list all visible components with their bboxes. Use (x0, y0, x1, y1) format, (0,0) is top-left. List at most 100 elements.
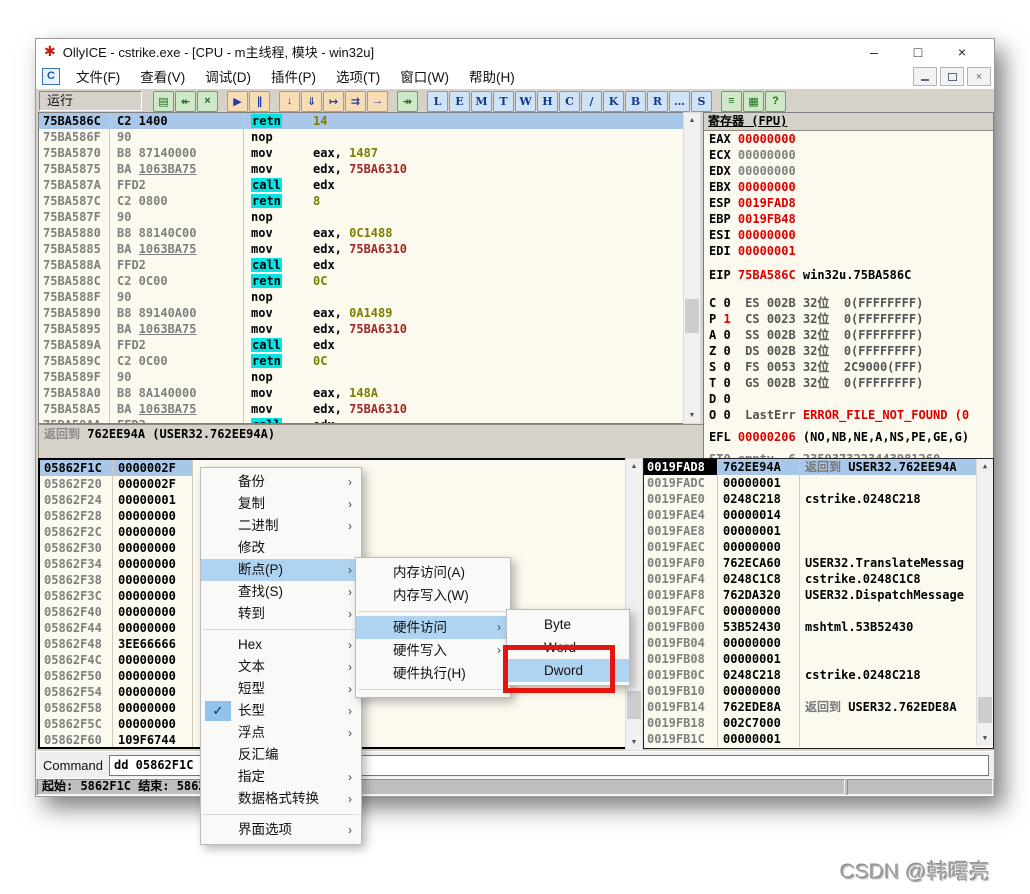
stack-row[interactable]: 0019FADC00000001 (644, 475, 993, 491)
menu-help[interactable]: 帮助(H) (459, 64, 525, 88)
register-row[interactable]: EIP 75BA586C win32u.75BA586C (704, 267, 993, 283)
stack-row[interactable]: 0019FB1C00000001 (644, 731, 993, 747)
view-call-stack-button[interactable]: K (603, 91, 624, 112)
view-patches-button[interactable]: / (581, 91, 602, 112)
register-row[interactable]: ESI 00000000 (704, 227, 993, 243)
disasm-row[interactable]: 75BA58AAFFD2calledx (39, 417, 684, 424)
scroll-up-icon[interactable]: ▲ (977, 459, 993, 474)
ctx-item-backup[interactable]: 备份› (201, 471, 361, 493)
disasm-row[interactable]: 75BA588AFFD2calledx (39, 257, 684, 273)
disasm-row[interactable]: 75BA587F90nop (39, 209, 684, 225)
stack-row[interactable]: 0019FB0053B52430mshtml.53B52430 (644, 619, 993, 635)
register-row[interactable]: EBX 00000000 (704, 179, 993, 195)
disasm-row[interactable]: 75BA5885BA 1063BA75movedx, 75BA6310 (39, 241, 684, 257)
view-windows-button[interactable]: W (515, 91, 536, 112)
disasm-row[interactable]: 75BA589F90nop (39, 369, 684, 385)
view-run-trace-button[interactable]: … (669, 91, 690, 112)
ctx-item-short[interactable]: 短型› (201, 678, 361, 700)
bp-item-hardware-access[interactable]: 硬件访问› (356, 616, 510, 639)
animate-into-button[interactable]: ↦ (323, 91, 344, 112)
animate-over-button[interactable]: ⇉ (345, 91, 366, 112)
scroll-up-icon[interactable]: ▲ (626, 459, 642, 474)
goto-address-button[interactable]: ↠ (397, 91, 418, 112)
mdi-minimize-button[interactable] (913, 67, 937, 86)
disasm-row[interactable]: 75BA588CC2 0C00retn0C (39, 273, 684, 289)
ctx-item-data-format-convert[interactable]: 数据格式转换› (201, 788, 361, 810)
flag-row[interactable]: P 1 CS 0023 32位 0(FFFFFFFF) (704, 311, 993, 327)
stack-row[interactable]: 0019FAE00248C218cstrike.0248C218 (644, 491, 993, 507)
register-row[interactable]: EDX 00000000 (704, 163, 993, 179)
stack-row[interactable]: 0019FAF40248C1C8cstrike.0248C1C8 (644, 571, 993, 587)
register-row[interactable]: EDI 00000001 (704, 243, 993, 259)
menu-options[interactable]: 选项(T) (326, 64, 390, 88)
stack-row[interactable]: 0019FB0400000000 (644, 635, 993, 651)
disasm-row[interactable]: 75BA58A5BA 1063BA75movedx, 75BA6310 (39, 401, 684, 417)
mdi-close-button[interactable]: × (967, 67, 991, 86)
bp-item-memory-access[interactable]: 内存访问(A) (356, 561, 510, 584)
disasm-row[interactable]: 75BA5880B8 88140C00moveax, 0C1488 (39, 225, 684, 241)
step-over-button[interactable]: ⇓ (301, 91, 322, 112)
ctx-item-special[interactable]: 指定› (201, 766, 361, 788)
scroll-up-icon[interactable]: ▲ (684, 113, 700, 128)
menu-debug[interactable]: 调试(D) (195, 64, 261, 88)
stack-row[interactable]: 0019FB18002C7000 (644, 715, 993, 731)
open-file-button[interactable]: ▤ (153, 91, 174, 112)
stack-row[interactable]: 0019FAF0762ECA60USER32.TranslateMessag (644, 555, 993, 571)
disasm-row[interactable]: 75BA5875BA 1063BA75movedx, 75BA6310 (39, 161, 684, 177)
ctx-item-copy[interactable]: 复制› (201, 493, 361, 515)
flag-row[interactable]: O 0 LastErr ERROR_FILE_NOT_FOUND (0 (704, 407, 993, 423)
bp-item-memory-write[interactable]: 内存写入(W) (356, 584, 510, 607)
scrollbar-thumb[interactable] (685, 299, 699, 333)
disasm-row[interactable]: 75BA5870B8 87140000moveax, 1487 (39, 145, 684, 161)
pause-button[interactable]: ∥ (249, 91, 270, 112)
view-source-button[interactable]: S (691, 91, 712, 112)
stack-row[interactable]: 0019FB0800000001 (644, 651, 993, 667)
disasm-row[interactable]: 75BA58A0B8 8A140000moveax, 148A (39, 385, 684, 401)
disasm-row[interactable]: 75BA589AFFD2calledx (39, 337, 684, 353)
menu-view[interactable]: 查看(V) (130, 64, 195, 88)
stack-row[interactable]: 0019FAE800000001 (644, 523, 993, 539)
register-row[interactable]: EBP 0019FB48 (704, 211, 993, 227)
minimize-button[interactable]: – (852, 44, 896, 60)
registers-pane[interactable]: 寄存器 (FPU) EAX 00000000ECX 00000000EDX 00… (703, 112, 994, 460)
disasm-row[interactable]: 75BA5895BA 1063BA75movedx, 75BA6310 (39, 321, 684, 337)
disassembly-pane[interactable]: 75BA586CC2 1400retn1475BA586F90nop75BA58… (38, 112, 685, 424)
close-button[interactable]: × (940, 44, 984, 60)
stack-row[interactable]: 0019FAD8762EE94A返回到 USER32.762EE94A (644, 459, 993, 475)
stack-row[interactable]: 0019FAE400000014 (644, 507, 993, 523)
disasm-row[interactable]: 75BA588F90nop (39, 289, 684, 305)
flag-row[interactable]: A 0 SS 002B 32位 0(FFFFFFFF) (704, 327, 993, 343)
close-program-button[interactable]: × (197, 91, 218, 112)
flag-row[interactable]: T 0 GS 002B 32位 0(FFFFFFFF) (704, 375, 993, 391)
disassembly-scrollbar[interactable]: ▲ ▼ (683, 112, 701, 424)
disasm-row[interactable]: 75BA589CC2 0C00retn0C (39, 353, 684, 369)
dump-scrollbar[interactable]: ▲ ▼ (625, 458, 643, 751)
bp-item-hardware-execute[interactable]: 硬件执行(H) (356, 662, 510, 685)
step-into-button[interactable]: ↓ (279, 91, 300, 112)
scrollbar-thumb[interactable] (978, 697, 992, 723)
ctx-item-hex[interactable]: Hex› (201, 634, 361, 656)
disasm-row[interactable]: 75BA586F90nop (39, 129, 684, 145)
ctx-item-appearance[interactable]: 界面选项› (201, 819, 361, 841)
view-cpu-button[interactable]: C (559, 91, 580, 112)
view-executables-button[interactable]: E (449, 91, 470, 112)
bp-item-hardware-write[interactable]: 硬件写入› (356, 639, 510, 662)
view-handles-button[interactable]: H (537, 91, 558, 112)
scroll-down-icon[interactable]: ▼ (977, 731, 993, 746)
disasm-row[interactable]: 75BA5890B8 89140A00moveax, 0A1489 (39, 305, 684, 321)
stack-row[interactable]: 0019FAEC00000000 (644, 539, 993, 555)
hw-item-byte[interactable]: Byte (507, 613, 629, 636)
ctx-item-long[interactable]: ✓长型› (201, 700, 361, 722)
stack-row[interactable]: 0019FB1000000000 (644, 683, 993, 699)
view-threads-button[interactable]: T (493, 91, 514, 112)
view-memory-button[interactable]: M (471, 91, 492, 112)
flag-row[interactable]: D 0 (704, 391, 993, 407)
scroll-down-icon[interactable]: ▼ (626, 735, 642, 750)
view-references-button[interactable]: R (647, 91, 668, 112)
view-log-button[interactable]: L (427, 91, 448, 112)
disasm-row[interactable]: 75BA587CC2 0800retn8 (39, 193, 684, 209)
restart-button[interactable]: ↞ (175, 91, 196, 112)
appearance-button[interactable]: ▦ (743, 91, 764, 112)
run-button[interactable]: ▶ (227, 91, 248, 112)
register-row[interactable]: EAX 00000000 (704, 131, 993, 147)
